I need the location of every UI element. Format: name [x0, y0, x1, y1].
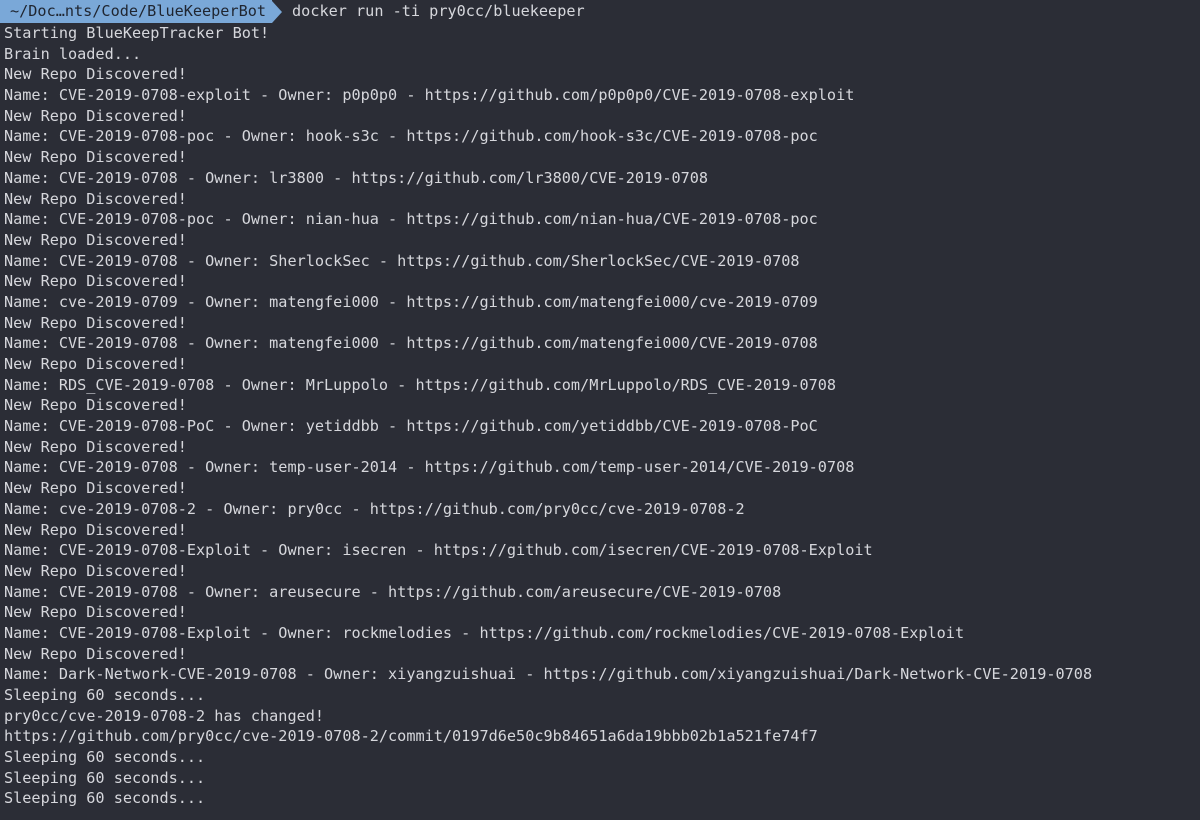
output-line: pry0cc/cve-2019-0708-2 has changed! — [4, 706, 325, 725]
output-line: Sleeping 60 seconds... — [4, 686, 206, 704]
output-line: Name: cve-2019-0709 - Owner: matengfei00… — [4, 292, 818, 311]
output-line: Name: CVE-2019-0708-poc - Owner: hook-s3… — [4, 127, 818, 146]
output-line: https://github.com/pry0cc/cve-2019-0708-… — [4, 727, 818, 746]
output-line: New Repo Discovered! — [4, 437, 187, 456]
output-line: Name: CVE-2019-0708 - Owner: areusecure … — [4, 582, 782, 601]
output-line: Name: CVE-2019-0708 - Owner: lr3800 - ht… — [4, 168, 709, 187]
output-line: Name: CVE-2019-0708-poc - Owner: nian-hu… — [4, 210, 818, 229]
output-line: Name: CVE-2019-0708-Exploit - Owner: ise… — [4, 541, 873, 560]
output-line: Name: CVE-2019-0708-exploit - Owner: p0p… — [4, 86, 855, 105]
prompt-arrow-icon — [272, 0, 283, 23]
output-line: New Repo Discovered! — [4, 355, 187, 373]
output-line: New Repo Discovered! — [4, 230, 187, 249]
prompt-path: ~/Doc…nts/Code/BlueKeeperBot — [0, 0, 273, 23]
output-line: Name: CVE-2019-0708 - Owner: matengfei00… — [4, 334, 818, 353]
output-line: Name: CVE-2019-0708 - Owner: temp-user-2… — [4, 458, 855, 477]
output-line: New Repo Discovered! — [4, 106, 187, 125]
prompt-command: docker run -ti pry0cc/bluekeeper — [292, 2, 585, 20]
output-line: New Repo Discovered! — [4, 189, 187, 208]
output-line: Starting BlueKeepTracker Bot! — [4, 24, 270, 42]
terminal-window[interactable]: ~/Doc…nts/Code/BlueKeeperBot docker run … — [0, 0, 1200, 820]
output-line: New Repo Discovered! — [4, 479, 187, 498]
output-line: New Repo Discovered! — [4, 65, 187, 84]
output-line: New Repo Discovered! — [4, 313, 187, 332]
output-line: Sleeping 60 seconds... — [4, 789, 206, 808]
output-line: New Repo Discovered! — [4, 644, 187, 663]
output-line: New Repo Discovered! — [4, 561, 187, 580]
output-line: Name: CVE-2019-0708-Exploit - Owner: roc… — [4, 623, 965, 642]
output-line: New Repo Discovered! — [4, 603, 187, 622]
output-line: New Repo Discovered! — [4, 520, 187, 539]
output-line: Brain loaded... — [4, 44, 142, 63]
output-line: Name: Dark-Network-CVE-2019-0708 - Owner… — [4, 665, 1093, 684]
output-line: Name: RDS_CVE-2019-0708 - Owner: MrLuppo… — [4, 375, 837, 394]
output-line: New Repo Discovered! — [4, 396, 187, 415]
output-line: New Repo Discovered! — [4, 148, 187, 167]
output-line: Name: CVE-2019-0708 - Owner: SherlockSec… — [4, 251, 800, 270]
output-line: Sleeping 60 seconds... — [4, 768, 206, 787]
output-line: Sleeping 60 seconds... — [4, 748, 206, 767]
output-line: Name: cve-2019-0708-2 - Owner: pry0cc - … — [4, 499, 745, 518]
output-line: Name: CVE-2019-0708-PoC - Owner: yetiddb… — [4, 417, 818, 436]
terminal-output: Starting BlueKeepTracker Bot! Brain load… — [4, 23, 1200, 809]
output-line: New Repo Discovered! — [4, 272, 187, 291]
prompt-line: ~/Doc…nts/Code/BlueKeeperBot docker run … — [0, 0, 1200, 23]
